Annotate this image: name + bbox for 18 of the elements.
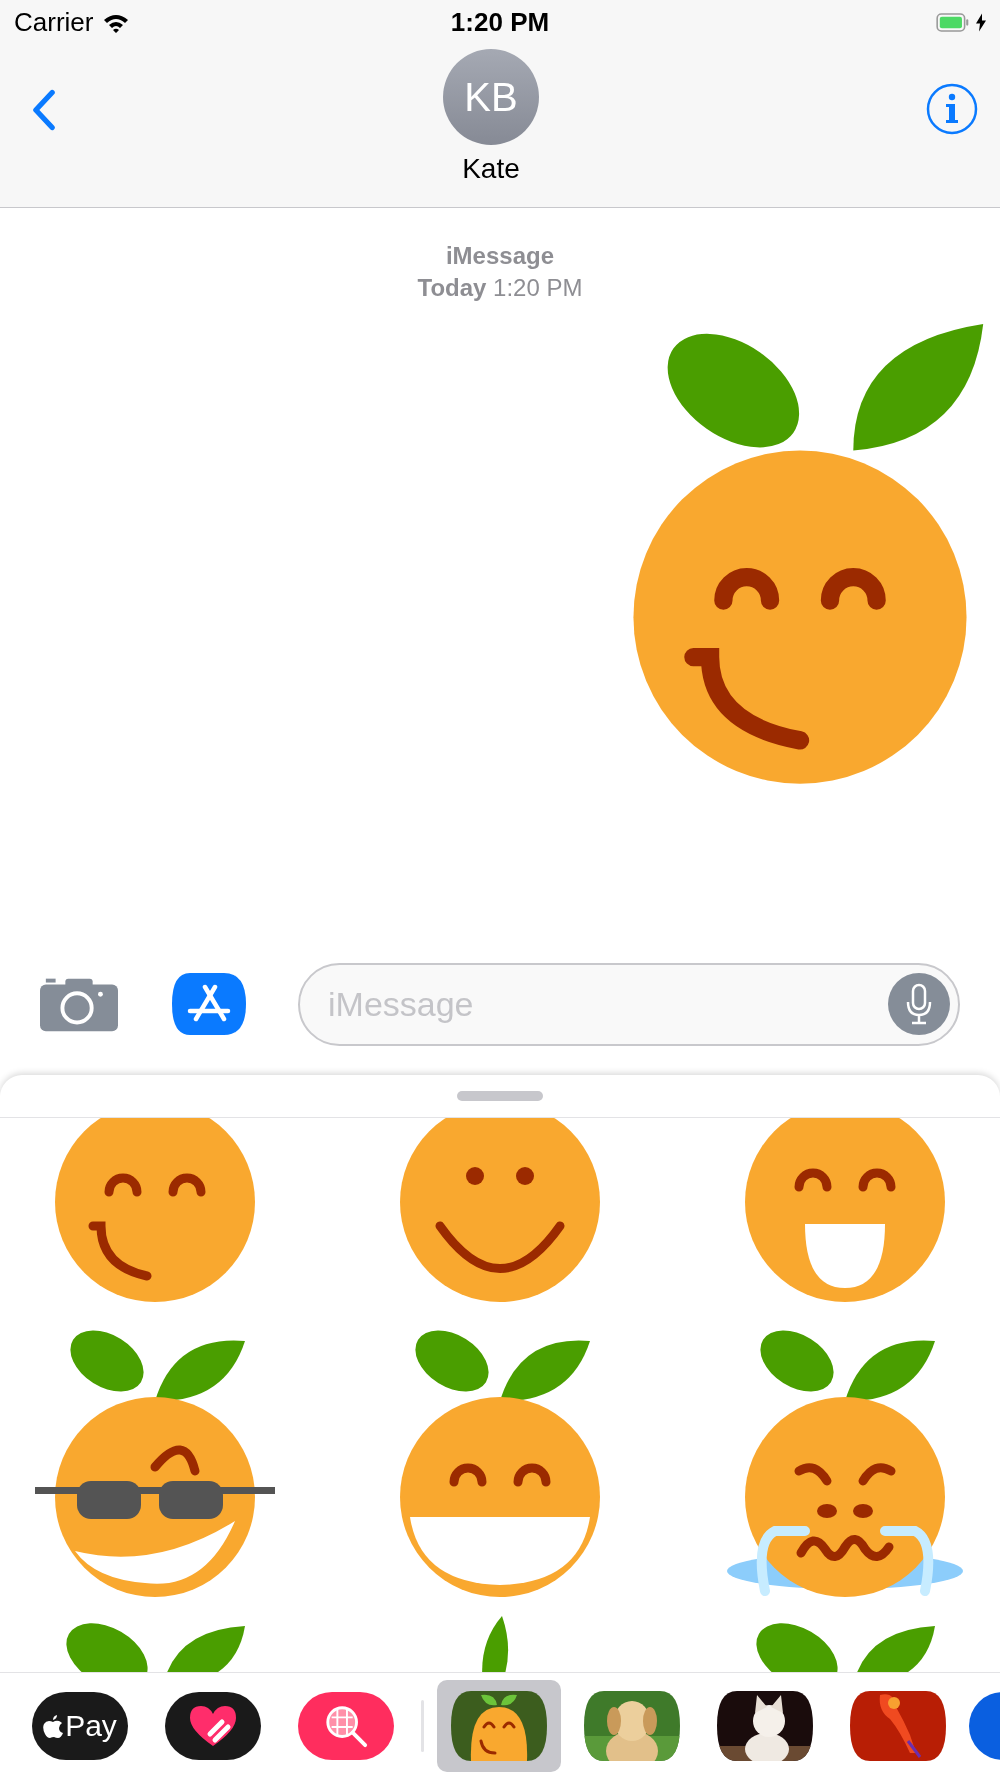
charging-icon <box>976 13 986 32</box>
heart-icon <box>188 1703 238 1748</box>
service-label: iMessage <box>445 241 554 271</box>
clock-time: 1:20 PM <box>450 7 550 38</box>
back-icon[interactable] <box>32 89 56 131</box>
fruit-face-icon <box>451 1690 547 1761</box>
apple-pay-button[interactable]: Pay <box>32 1691 128 1760</box>
carrier-name: Carrier <box>14 7 94 38</box>
contact-name[interactable]: Kate <box>462 153 520 185</box>
sticker-app-button[interactable] <box>437 1679 561 1772</box>
message-timestamp: Today 1:20 PM <box>417 273 583 303</box>
battery-icon <box>936 13 970 32</box>
info-icon[interactable] <box>926 83 978 135</box>
wifi-icon <box>103 12 130 33</box>
apple-icon <box>43 1713 64 1738</box>
camera-icon[interactable] <box>40 976 118 1032</box>
microphone-icon[interactable] <box>888 972 950 1035</box>
drawer-handle[interactable] <box>457 1091 543 1101</box>
